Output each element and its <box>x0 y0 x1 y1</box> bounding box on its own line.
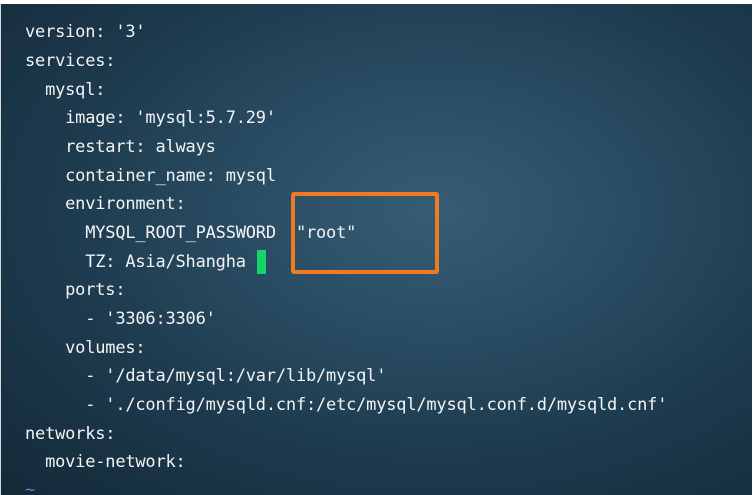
code-line-networks: networks: <box>25 424 116 444</box>
code-line-volume-config: - './config/mysqld.cnf:/etc/mysql/mysql.… <box>25 395 668 415</box>
highlight-annotation-box <box>291 192 439 274</box>
code-line-movie-network: movie-network: <box>25 452 186 472</box>
code-line-volume-data: - '/data/mysql:/var/lib/mysql' <box>25 366 387 386</box>
code-line-image: image: 'mysql:5.7.29' <box>25 108 276 128</box>
code-line-container-name: container_name: mysql <box>25 166 276 186</box>
code-line-port-mapping: - '3306:3306' <box>25 309 216 329</box>
code-line-mysql: mysql: <box>25 80 106 100</box>
code-line-tz: TZ: Asia/Shangha <box>25 252 246 272</box>
code-line-version: version: '3' <box>25 22 146 42</box>
code-line-ports: ports: <box>25 280 126 300</box>
text-cursor <box>257 250 266 274</box>
terminal-window[interactable]: version: '3' services: mysql: image: 'my… <box>0 4 752 495</box>
code-line-volumes: volumes: <box>25 338 146 358</box>
code-line-environment: environment: <box>25 194 186 214</box>
code-line-services: services: <box>25 51 116 71</box>
empty-line-marker: ~ <box>25 480 36 495</box>
code-line-restart: restart: always <box>25 137 216 157</box>
